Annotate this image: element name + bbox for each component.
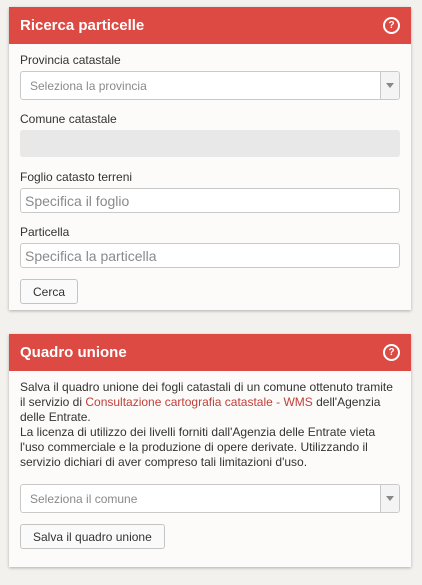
search-button[interactable]: Cerca <box>20 279 79 304</box>
wms-link[interactable]: Consultazione cartografia catastale - WM… <box>85 395 312 409</box>
panel-title: Quadro unione <box>20 344 127 361</box>
license-text: La licenza di utilizzo dei livelli forni… <box>20 425 376 469</box>
foglio-input[interactable] <box>20 188 400 213</box>
chevron-down-icon[interactable] <box>380 485 399 512</box>
help-icon[interactable]: ? <box>383 17 400 34</box>
comune-select-disabled <box>20 130 400 157</box>
save-quadro-button[interactable]: Salva il quadro unione <box>20 524 165 549</box>
panel-header: Ricerca particelle ? <box>9 7 411 44</box>
comune-label: Comune catastale <box>20 112 117 126</box>
chevron-down-icon[interactable] <box>380 72 399 99</box>
foglio-label: Foglio catasto terreni <box>20 170 133 184</box>
quadro-unione-panel: Quadro unione ? Salva il quadro unione d… <box>9 334 411 567</box>
provincia-select[interactable]: Seleziona la provincia <box>20 71 400 100</box>
panel-header: Quadro unione ? <box>9 334 411 371</box>
help-icon[interactable]: ? <box>383 344 400 361</box>
ricerca-particelle-panel: Ricerca particelle ? Provincia catastale… <box>9 7 411 310</box>
particella-input[interactable] <box>20 243 400 268</box>
provincia-select-text: Seleziona la provincia <box>30 78 147 93</box>
panel-title: Ricerca particelle <box>20 17 145 34</box>
particella-label: Particella <box>20 225 70 239</box>
provincia-label: Provincia catastale <box>20 53 121 67</box>
comune-select[interactable]: Seleziona il comune <box>20 484 400 513</box>
comune-select-text: Seleziona il comune <box>30 491 138 506</box>
quadro-description: Salva il quadro unione dei fogli catasta… <box>20 380 400 470</box>
